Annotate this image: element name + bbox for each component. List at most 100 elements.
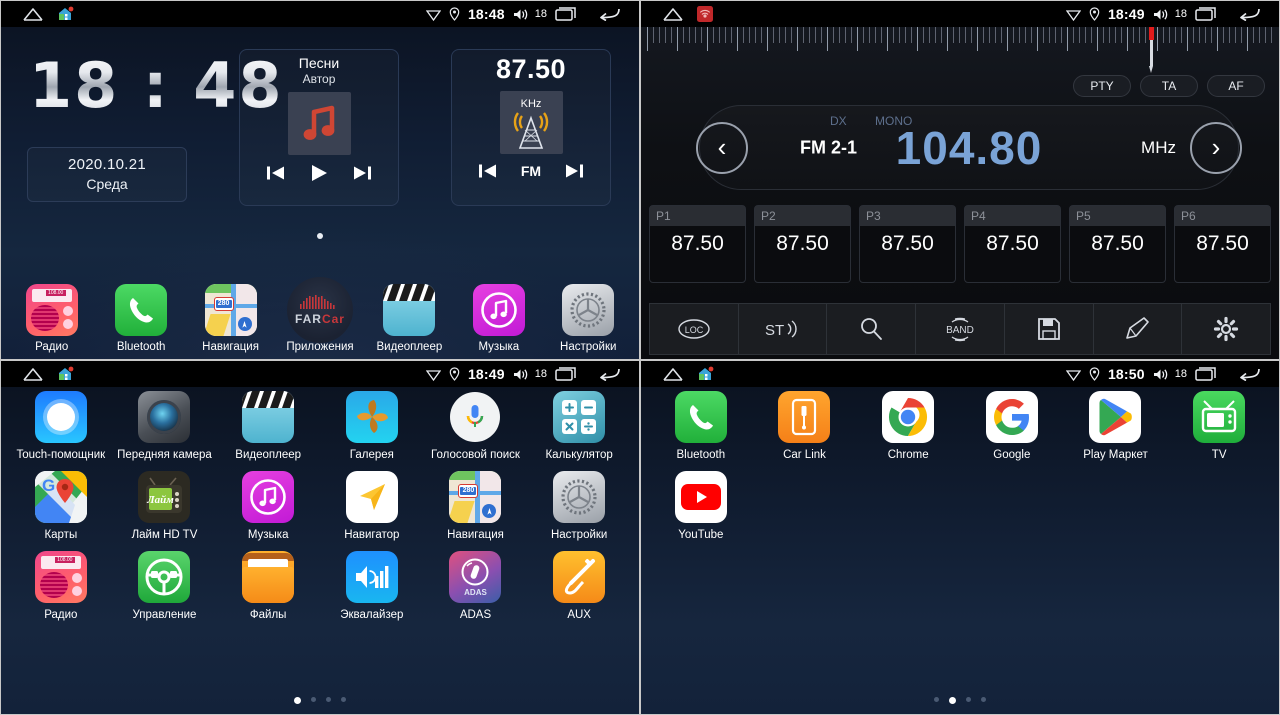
settings-button[interactable] (1182, 304, 1270, 354)
app-google-maps[interactable]: G Карты (9, 471, 113, 541)
app-label: Управление (132, 609, 197, 621)
prev-station-button[interactable]: ‹ (696, 121, 748, 174)
radio-widget[interactable]: 87.50 KHz FM (451, 49, 611, 206)
preset-button[interactable]: P3 87.50 (859, 205, 956, 283)
app-play-market[interactable]: Play Маркет (1064, 391, 1168, 461)
home-arc-icon[interactable] (23, 367, 43, 381)
page-dot[interactable] (966, 697, 971, 702)
recents-icon[interactable] (1195, 7, 1217, 21)
app-files[interactable]: Файлы (216, 551, 320, 621)
preset-button[interactable]: P1 87.50 (649, 205, 746, 283)
search-button[interactable] (827, 304, 917, 354)
back-icon[interactable] (1237, 7, 1261, 21)
ta-button[interactable]: TA (1140, 75, 1198, 97)
recents-icon[interactable] (555, 7, 577, 21)
radio-next-icon[interactable] (564, 163, 584, 179)
app-google[interactable]: Google (960, 391, 1064, 461)
page-dot[interactable] (949, 697, 956, 704)
dock-item-settings[interactable]: Настройки (549, 284, 627, 353)
app-navigator[interactable]: Навигатор (320, 471, 424, 541)
house-icon[interactable] (57, 6, 74, 22)
dock-item-radio[interactable]: 108.00 Радио (13, 284, 91, 353)
clapperboard-icon (242, 391, 295, 443)
app-lime-hd-tv[interactable]: Лайм Лайм HD TV (113, 471, 217, 541)
radio-prev-icon[interactable] (478, 163, 498, 179)
svg-text:BAND: BAND (946, 325, 974, 336)
app-label: Google (993, 449, 1031, 461)
status-bar-radio: 18:49 18 (641, 1, 1279, 27)
music-artist: Автор (302, 72, 336, 86)
radio-app-icon[interactable] (697, 6, 713, 22)
app-video-player[interactable]: Видеоплеер (216, 391, 320, 461)
recents-icon[interactable] (555, 367, 577, 381)
save-button[interactable] (1005, 304, 1094, 354)
pty-button[interactable]: PTY (1073, 75, 1131, 97)
app-settings[interactable]: Настройки (527, 471, 631, 541)
app-label: Голосовой поиск (431, 449, 520, 461)
page-dot[interactable] (326, 697, 331, 702)
app-label: Chrome (887, 449, 929, 461)
home-arc-icon[interactable] (663, 367, 683, 381)
app-steering-control[interactable]: Управление (113, 551, 217, 621)
app-radio[interactable]: 108.00 Радио (9, 551, 113, 621)
music-widget[interactable]: Песни Автор (239, 49, 399, 206)
back-icon[interactable] (597, 7, 621, 21)
tuner-needle[interactable] (1149, 27, 1154, 73)
band-button[interactable]: BAND (916, 304, 1005, 354)
dock-item-music[interactable]: Музыка (460, 284, 538, 353)
app-gallery[interactable]: Галерея (320, 391, 424, 461)
dock-item-apps[interactable]: FARCar Приложения (281, 277, 359, 353)
app-navigation[interactable]: 280 Навигация (424, 471, 528, 541)
app-calculator[interactable]: Калькулятор (527, 391, 631, 461)
stereo-button[interactable]: ST (739, 304, 828, 354)
next-station-button[interactable]: › (1190, 121, 1242, 174)
app-bluetooth[interactable]: Bluetooth (649, 391, 753, 461)
app-music[interactable]: Музыка (216, 471, 320, 541)
app-aux[interactable]: AUX (527, 551, 631, 621)
app-front-camera[interactable]: Передняя камера (113, 391, 217, 461)
music-play-icon[interactable] (309, 164, 329, 182)
home-arc-icon[interactable] (663, 7, 683, 21)
preset-button[interactable]: P5 87.50 (1069, 205, 1166, 283)
music-prev-icon[interactable] (266, 165, 286, 181)
recents-icon[interactable] (1195, 367, 1217, 381)
af-button[interactable]: AF (1207, 75, 1265, 97)
app-chrome[interactable]: Chrome (856, 391, 960, 461)
dock-item-navigation[interactable]: 280 Навигация (192, 284, 270, 353)
edit-button[interactable] (1094, 304, 1183, 354)
tuner-scale[interactable] (641, 27, 1279, 73)
page-dot[interactable] (294, 697, 301, 704)
app-car-link[interactable]: Car Link (753, 391, 857, 461)
back-icon[interactable] (1237, 367, 1261, 381)
house-icon[interactable] (697, 366, 714, 382)
screen-apps-page1: 18:49 18 Touch-помощник Передняя камера … (0, 360, 640, 715)
tv-icon (1193, 391, 1246, 443)
app-youtube[interactable]: YouTube (649, 471, 753, 541)
music-next-icon[interactable] (352, 165, 372, 181)
dock-item-video[interactable]: Видеоплеер (370, 284, 448, 353)
page-indicator-apps2 (641, 697, 1279, 704)
dock-item-bluetooth[interactable]: Bluetooth (102, 284, 180, 353)
loc-button[interactable]: LOC (650, 304, 739, 354)
preset-button[interactable]: P2 87.50 (754, 205, 851, 283)
app-adas[interactable]: ADAS ADAS (424, 551, 528, 621)
page-dot[interactable] (934, 697, 939, 702)
preset-button[interactable]: P4 87.50 (964, 205, 1061, 283)
home-arc-icon[interactable] (23, 7, 43, 21)
radio-widget-frequency: 87.50 (495, 54, 567, 84)
app-tv[interactable]: TV (1167, 391, 1271, 461)
page-dot[interactable] (981, 697, 986, 702)
back-icon[interactable] (597, 367, 621, 381)
home-date-box[interactable]: 2020.10.21 Среда (27, 147, 187, 202)
app-voice-search[interactable]: Голосовой поиск (424, 391, 528, 461)
app-label: Музыка (247, 529, 289, 541)
dx-indicator[interactable]: DX (830, 114, 847, 128)
page-dot[interactable] (341, 697, 346, 702)
page-dot[interactable] (311, 697, 316, 702)
house-icon[interactable] (57, 366, 74, 382)
volume-level: 18 (534, 8, 547, 20)
album-art (287, 92, 351, 155)
preset-button[interactable]: P6 87.50 (1174, 205, 1271, 283)
app-equalizer[interactable]: Эквалайзер (320, 551, 424, 621)
app-touch-assistant[interactable]: Touch-помощник (9, 391, 113, 461)
